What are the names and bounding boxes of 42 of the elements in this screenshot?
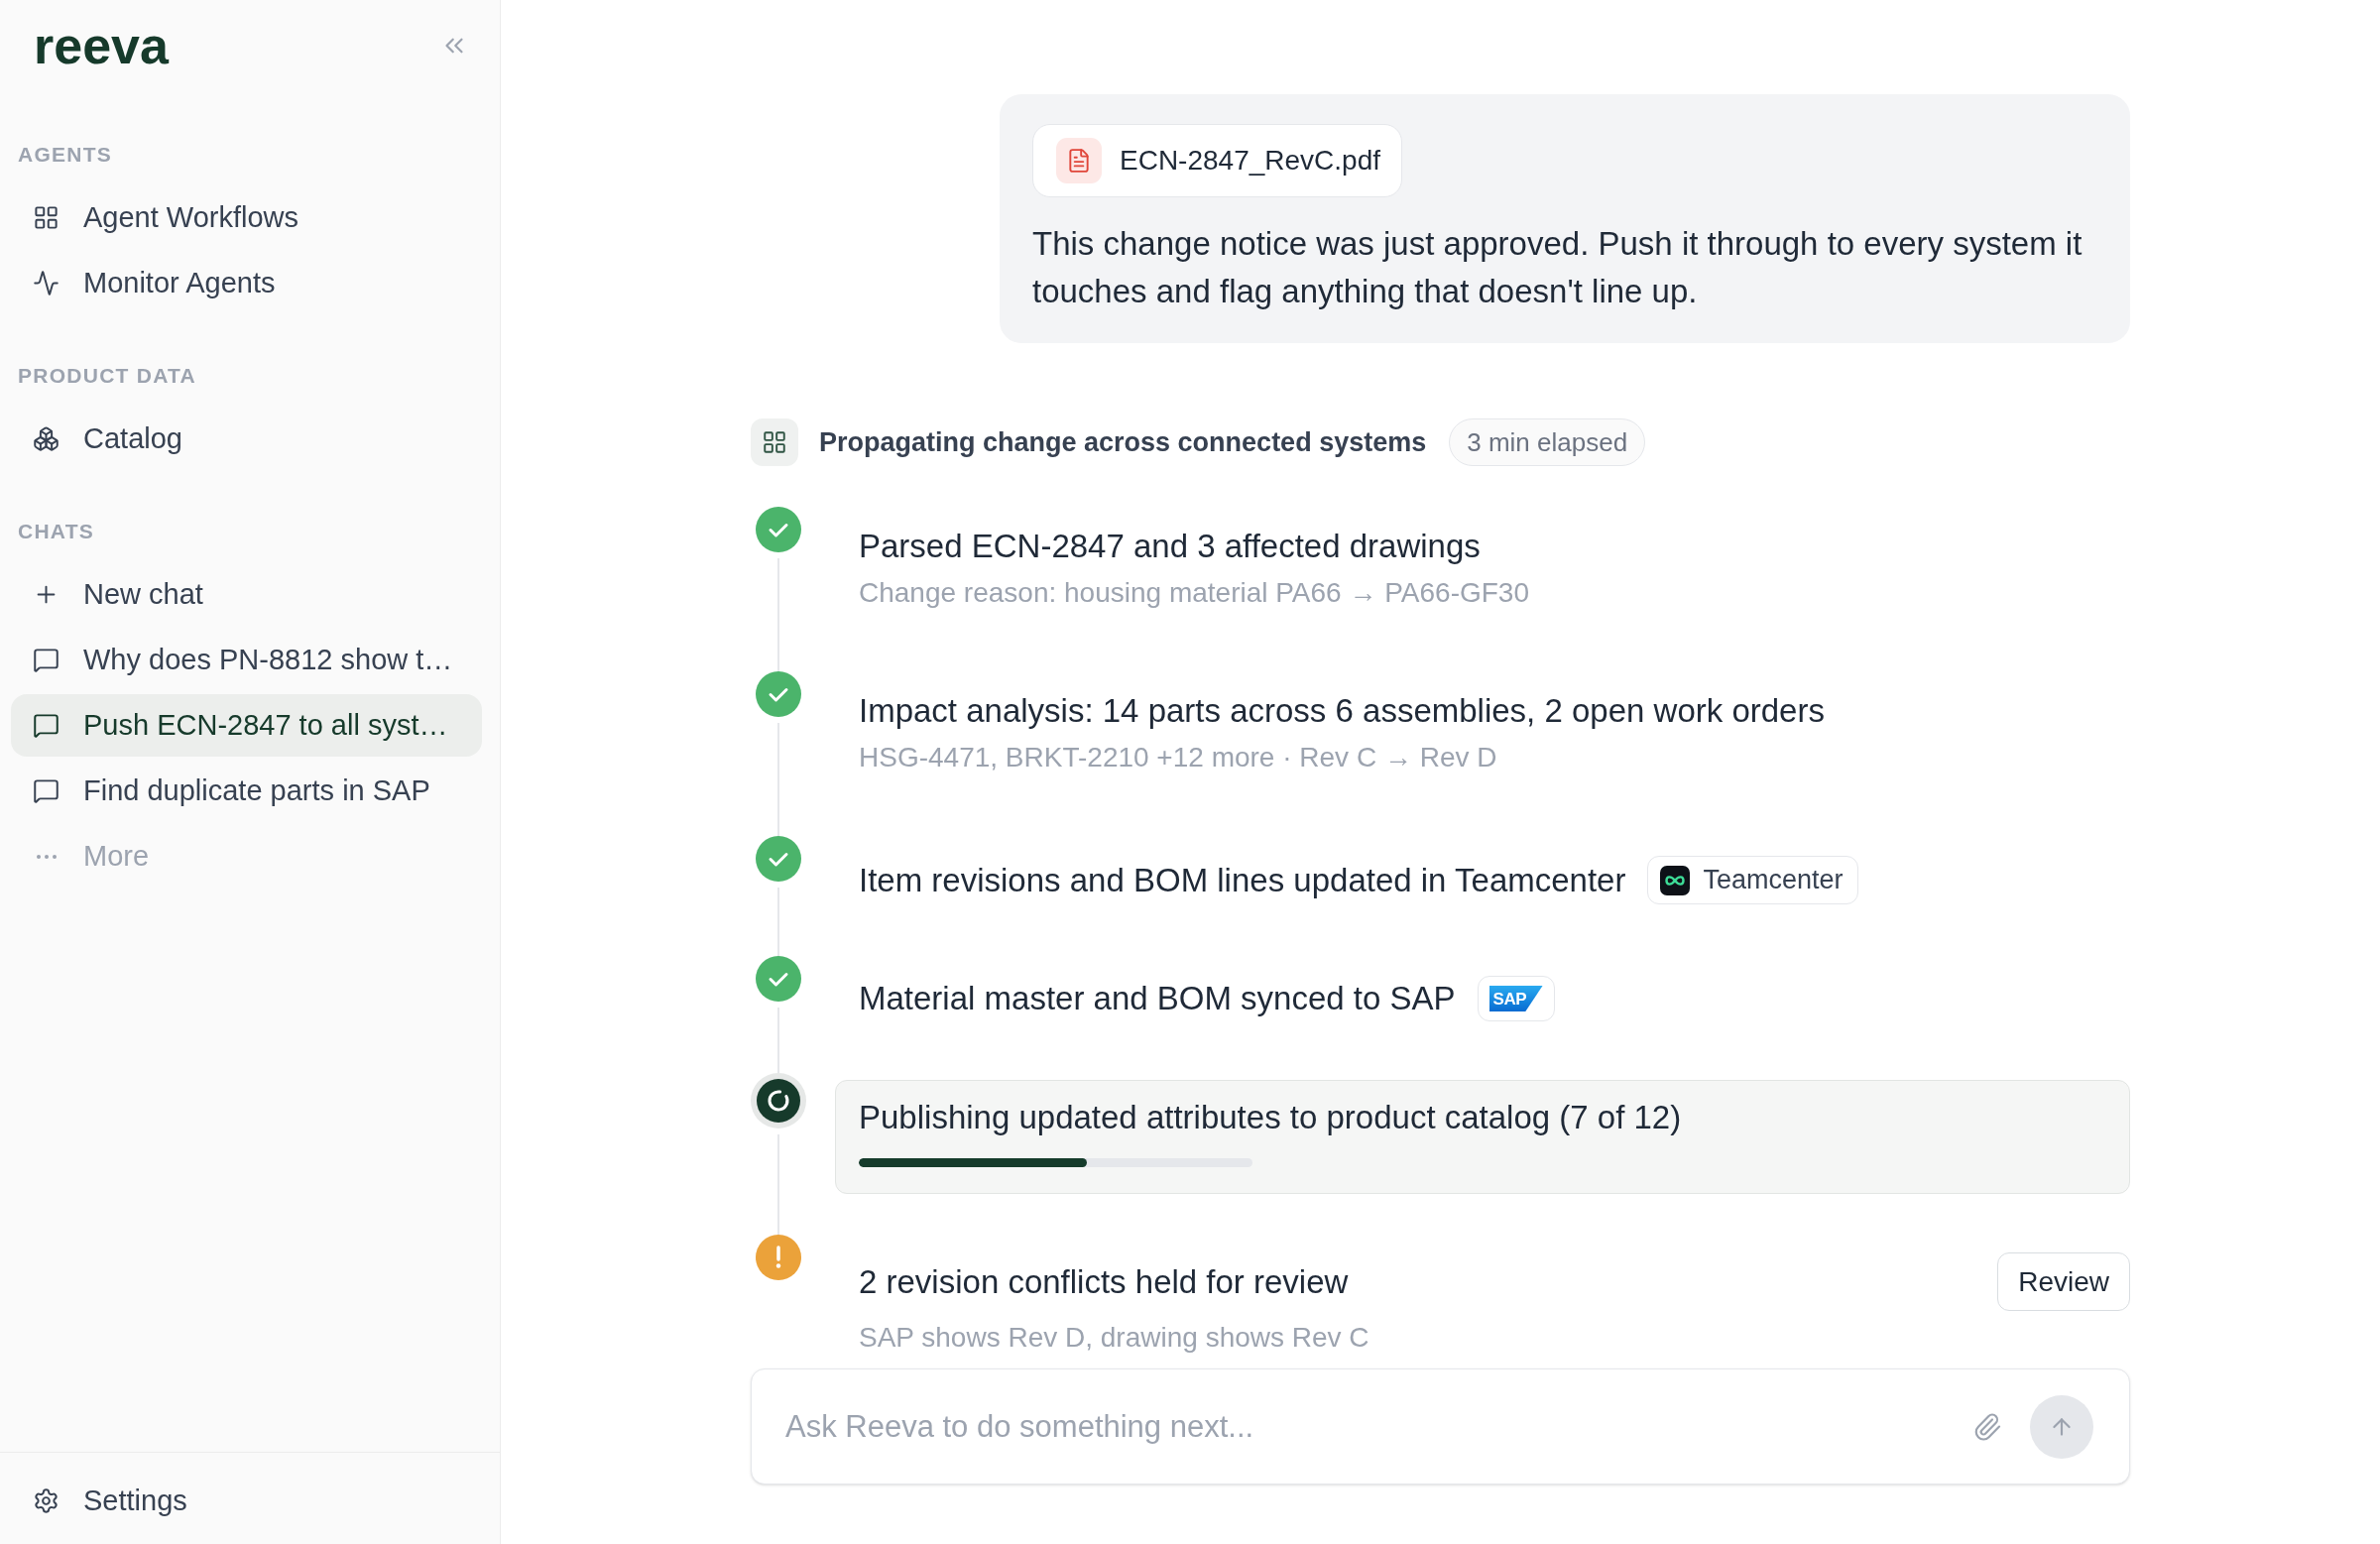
system-name: Teamcenter: [1703, 864, 1844, 897]
message-input[interactable]: Ask Reeva to do something next...: [785, 1402, 1953, 1451]
task-title: Propagating change across connected systems: [819, 425, 1427, 459]
paperclip-icon[interactable]: [1972, 1411, 2002, 1442]
sidebar-item[interactable]: New chat: [11, 563, 482, 626]
step-title: 2 revision conflicts held for review: [859, 1261, 1349, 1302]
settings-link[interactable]: Settings: [11, 1470, 209, 1532]
sidebar-item[interactable]: Catalog: [11, 408, 482, 470]
sap-logo: SAP: [1488, 986, 1543, 1011]
section-heading: AGENTS: [17, 143, 114, 167]
grid-icon: [33, 204, 60, 231]
logo: reeva: [34, 20, 169, 71]
chat-bubble-icon: [33, 777, 60, 804]
step-detail: SAP shows Rev D, drawing shows Rev C: [859, 1321, 1370, 1355]
sidebar-item[interactable]: Why does PN-8812 show t…: [11, 629, 482, 691]
review-button[interactable]: Review: [1997, 1252, 2130, 1311]
step-title: Impact analysis: 14 parts across 6 assemblies, 2 open work orders: [859, 691, 1825, 731]
sidebar-item[interactable]: Agent Workflows: [11, 186, 482, 249]
settings-icon: [33, 1487, 60, 1514]
elapsed-time: 3 min elapsed: [1449, 418, 1646, 466]
grid-icon: [751, 418, 798, 466]
step-title: Material master and BOM synced to SAP: [859, 979, 1456, 1018]
step-detail: HSG-4471, BRKT-2210 +12 more · Rev C → Rev D: [859, 741, 1498, 774]
message-text: This change notice was just approved. Push it through to every system it touches and flag anything that doesn't line up.: [1032, 224, 2083, 311]
section-heading: CHATS: [17, 520, 96, 543]
step-detail: Change reason: housing material PA66 → PA66-GF30: [859, 576, 1530, 610]
message-field[interactable]: Ask Reeva to do something next...: [751, 1368, 2130, 1485]
step-title: Parsed ECN-2847 and 3 affected drawings: [859, 527, 1481, 566]
boxes-icon: [33, 425, 60, 452]
section-heading: PRODUCT DATA: [17, 364, 197, 388]
sidebar-item[interactable]: Push ECN-2847 to all syst…: [11, 694, 482, 757]
sidebar-item[interactable]: Find duplicate parts in SAP: [11, 760, 482, 822]
step-title: Item revisions and BOM lines updated in Teamcenter: [859, 860, 1626, 900]
sidebar-item[interactable]: Monitor Agents: [11, 252, 482, 314]
step-title: Publishing updated attributes to product catalog (7 of 12): [859, 1098, 1683, 1137]
activity-icon: [33, 270, 60, 297]
chat-bubble-icon: [33, 712, 60, 739]
infinity-icon: [1660, 865, 1691, 895]
chat-bubble-icon: [33, 647, 60, 673]
attachment-chip[interactable]: ECN-2847_RevC.pdf: [1032, 124, 1403, 197]
file-icon: [1056, 138, 1102, 183]
more-icon: [36, 854, 57, 859]
